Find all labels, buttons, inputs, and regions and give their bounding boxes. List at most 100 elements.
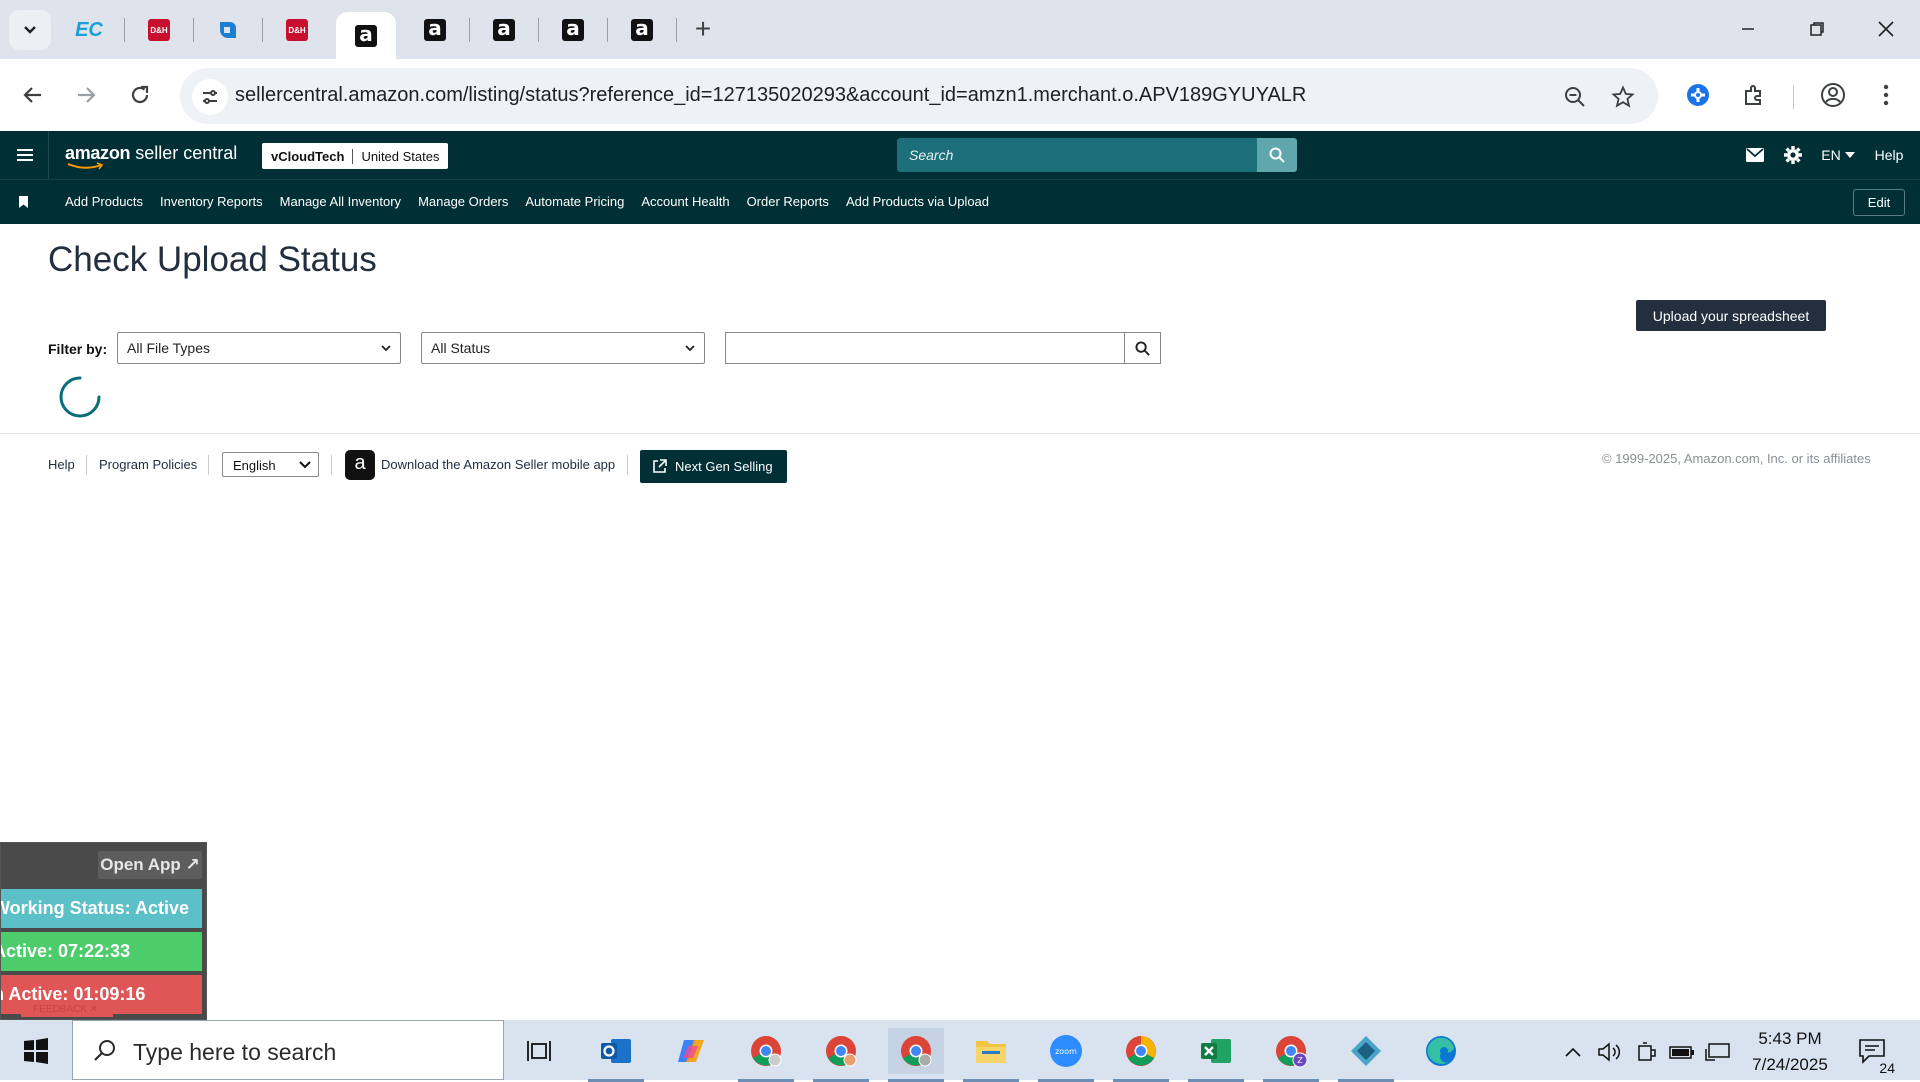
chevron-up-icon [1565,1047,1581,1057]
task-view-icon [527,1041,551,1061]
footer-program-policies-link[interactable]: Program Policies [99,457,197,472]
battery-button[interactable] [1669,1040,1695,1064]
upload-spreadsheet-button[interactable]: Upload your spreadsheet [1636,300,1826,331]
volume-button[interactable] [1597,1040,1623,1064]
browser-toolbar: sellercentral.amazon.com/listing/status?… [0,59,1920,131]
nav-add-products[interactable]: Add Products [65,194,143,209]
next-gen-selling-button[interactable]: Next Gen Selling [640,450,787,483]
messages-button[interactable] [1745,143,1765,167]
taskbar-chrome-profile-3-active[interactable] [888,1028,944,1082]
browser-tab-2[interactable]: D&H [128,10,190,50]
browser-tab-4[interactable]: D&H [266,10,328,50]
reload-button[interactable] [122,77,158,113]
network-button[interactable] [1705,1040,1731,1064]
ec-favicon-icon: EC [75,18,103,41]
extensions-menu-button[interactable] [1736,77,1772,113]
upload-search-input[interactable] [725,332,1124,364]
tab-search-button[interactable] [9,10,51,50]
bookmark-star-button[interactable] [1608,82,1638,112]
star-icon [1611,85,1635,108]
device-icon [1638,1042,1656,1061]
taskbar-search-box[interactable]: Type here to search [72,1020,504,1080]
nav-manage-all-inventory[interactable]: Manage All Inventory [280,194,401,209]
taskbar-file-explorer[interactable] [963,1028,1019,1082]
nav-items: Add Products Inventory Reports Manage Al… [65,194,989,209]
browser-tab-3[interactable] [197,10,259,50]
taskbar-excel[interactable] [1188,1028,1244,1082]
status-select[interactable]: All Status [421,332,705,364]
tab-separator [193,18,194,42]
zoom-out-icon [1565,87,1585,107]
close-window-button[interactable] [1866,10,1906,48]
restore-button[interactable] [1797,10,1837,48]
seller-central-header: amazon seller central vCloudTech United … [0,131,1920,179]
footer-language-select[interactable]: English [222,452,319,477]
browser-tab-1[interactable]: EC [58,10,120,50]
site-info-button[interactable] [192,79,228,115]
q-favicon-icon [220,22,236,38]
merchant-marketplace-switcher[interactable]: vCloudTech United States [262,143,449,169]
header-search-input[interactable]: Search [897,138,1257,172]
address-bar[interactable]: sellercentral.amazon.com/listing/status?… [180,68,1658,124]
browser-tab-8[interactable]: a [542,10,604,50]
time-tracker-widget: Open App ↗ Working Status: Active Active… [0,842,207,1020]
taskbar-chrome-profile-4[interactable]: Z [1263,1028,1319,1082]
edit-bookmarks-button[interactable]: Edit [1853,189,1905,216]
file-type-select[interactable]: All File Types [117,332,401,364]
feedback-tab[interactable]: FEEDBACK ✕ [21,1003,113,1017]
chevron-down-icon [685,345,695,352]
tab-separator [124,18,125,42]
seller-central-logo[interactable]: amazon seller central [65,143,237,170]
profile-button[interactable] [1815,77,1851,113]
search-icon [94,1040,115,1061]
open-app-button[interactable]: Open App ↗ [98,851,202,879]
language-selector[interactable]: EN [1820,143,1856,167]
taskbar-zoom[interactable]: zoom [1038,1028,1094,1082]
taskbar-chrome-profile-2[interactable] [813,1028,869,1082]
taskbar-clock[interactable]: 5:43 PM 7/24/2025 [1740,1026,1840,1078]
extension-button[interactable] [1680,77,1716,113]
browser-tab-5-active[interactable]: a [336,12,396,59]
marketplace-name: United States [361,148,440,164]
search-icon [1135,340,1150,356]
notifications-button[interactable]: 24 [1857,1036,1897,1076]
device-button[interactable] [1634,1040,1658,1064]
taskbar-copilot[interactable] [663,1028,719,1074]
amazon-favicon-icon: a [562,16,584,41]
nav-account-health[interactable]: Account Health [641,194,729,209]
nav-automate-pricing[interactable]: Automate Pricing [525,194,624,209]
nav-manage-orders[interactable]: Manage Orders [418,194,508,209]
task-view-button[interactable] [512,1028,568,1074]
new-tab-button[interactable]: + [688,13,718,44]
header-search-button[interactable] [1257,138,1297,172]
forward-button[interactable] [68,77,104,113]
show-hidden-icons-button[interactable] [1562,1040,1584,1064]
browser-tab-9[interactable]: a [611,10,673,50]
browser-menu-button[interactable] [1868,77,1904,113]
taskbar-chrome-profile-1[interactable] [738,1028,794,1082]
browser-tab-7[interactable]: a [473,10,535,50]
nav-order-reports[interactable]: Order Reports [747,194,829,209]
taskbar-outlook[interactable] [588,1028,644,1082]
nav-add-products-via-upload[interactable]: Add Products via Upload [846,194,989,209]
upload-search-button[interactable] [1124,332,1161,364]
footer-divider [0,433,1920,434]
folder-icon [976,1041,1006,1063]
taskbar-edge[interactable] [1413,1028,1469,1074]
minimize-button[interactable] [1728,10,1768,48]
settings-button[interactable] [1782,143,1804,167]
back-button[interactable] [15,77,51,113]
arrow-right-icon [78,87,96,103]
download-mobile-app-link[interactable]: Download the Amazon Seller mobile app [381,457,615,472]
taskbar-diamond-app[interactable] [1338,1028,1394,1082]
zoom-button[interactable] [1560,82,1590,112]
browser-tab-6[interactable]: a [404,10,466,50]
bookmark-icon[interactable] [19,196,28,208]
taskbar-chrome[interactable] [1113,1028,1169,1082]
nav-inventory-reports[interactable]: Inventory Reports [160,194,263,209]
help-link[interactable]: Help [1872,143,1906,167]
footer-help-link[interactable]: Help [48,457,75,472]
footer-separator [86,455,87,475]
windows-start-icon[interactable] [14,1038,58,1064]
hamburger-menu-icon[interactable] [13,143,37,167]
